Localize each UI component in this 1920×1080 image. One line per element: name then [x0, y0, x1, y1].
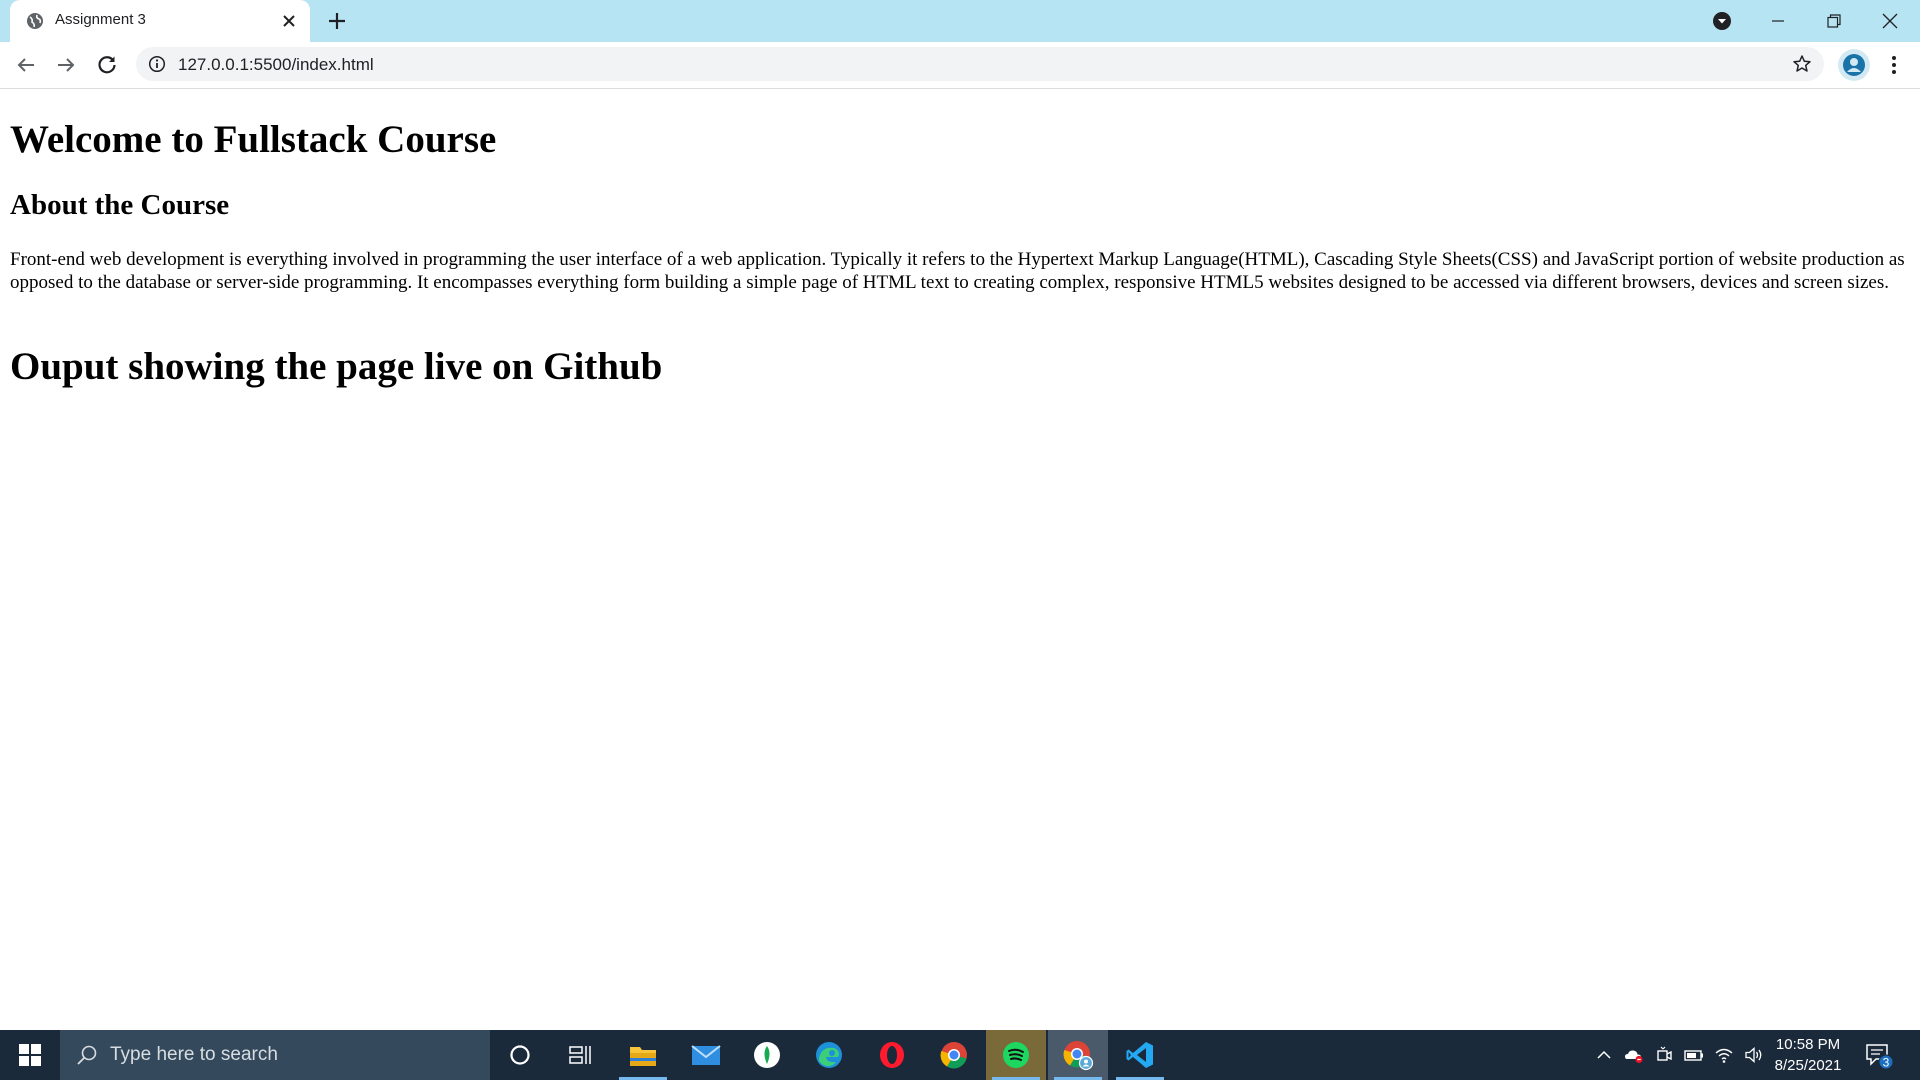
file-explorer-icon [630, 1047, 656, 1066]
meet-now-icon[interactable] [1654, 1045, 1674, 1065]
mail-icon [691, 1045, 721, 1065]
tab-search-dropdown-icon[interactable] [1712, 11, 1732, 31]
windows-logo-icon [19, 1044, 41, 1066]
mongodb-compass-icon [754, 1042, 780, 1068]
vscode-icon [1126, 1042, 1153, 1068]
clock-date: 8/25/2021 [1774, 1057, 1842, 1074]
task-view-icon [569, 1046, 591, 1064]
cortana-icon [510, 1045, 530, 1065]
section-heading-about: About the Course [10, 189, 230, 221]
vscode-button[interactable] [1110, 1030, 1170, 1080]
minimize-icon [1772, 20, 1784, 22]
page-heading-output: Ouput showing the page live on Github [10, 345, 663, 388]
file-explorer-button[interactable] [613, 1030, 673, 1080]
onedrive-icon[interactable] [1624, 1045, 1644, 1065]
spotify-button[interactable] [986, 1030, 1046, 1080]
new-tab-plus-icon[interactable] [326, 10, 348, 32]
bookmark-star-icon[interactable] [1792, 54, 1812, 74]
notification-badge: 3 [1883, 1056, 1890, 1070]
more-menu-icon[interactable] [1880, 51, 1908, 79]
task-view-button[interactable] [550, 1030, 610, 1080]
chrome-icon [940, 1042, 967, 1069]
taskbar-clock[interactable]: 10:58 PM 8/25/2021 [1762, 1034, 1854, 1076]
search-placeholder: Type here to search [110, 1044, 278, 1065]
window-close-icon [1882, 13, 1898, 29]
chevron-up-icon[interactable] [1594, 1045, 1614, 1065]
tab-title: Assignment 3 [55, 11, 146, 28]
clock-time: 10:58 PM [1775, 1036, 1841, 1053]
close-icon[interactable] [280, 12, 298, 30]
start-button[interactable] [0, 1030, 60, 1080]
address-url[interactable]: 127.0.0.1:5500/index.html [178, 55, 374, 75]
edge-button[interactable] [799, 1030, 859, 1080]
tab-strip: Assignment 3 [0, 0, 1920, 42]
chrome-profile-button[interactable] [1048, 1030, 1108, 1080]
tab-assignment-3[interactable]: Assignment 3 [10, 0, 310, 42]
mail-button[interactable] [676, 1030, 736, 1080]
window-close-button[interactable] [1862, 0, 1918, 42]
taskbar-search[interactable]: Type here to search [60, 1030, 490, 1080]
globe-icon [27, 13, 43, 29]
mongodb-compass-button[interactable] [737, 1030, 797, 1080]
taskbar: Type here to search 10:58 PM 8/25/2021 3 [0, 1030, 1920, 1080]
chrome-profile-icon [1063, 1041, 1094, 1071]
course-description: Front-end web development is everything … [10, 249, 1905, 293]
minimize-button[interactable] [1750, 0, 1806, 42]
wifi-icon[interactable] [1714, 1045, 1734, 1065]
chrome-button[interactable] [924, 1030, 984, 1080]
spotify-icon [1003, 1042, 1029, 1068]
profile-avatar-icon[interactable] [1838, 49, 1870, 81]
site-info-icon[interactable] [148, 55, 166, 73]
opera-icon [880, 1042, 904, 1068]
cortana-button[interactable] [490, 1030, 550, 1080]
opera-button[interactable] [862, 1030, 922, 1080]
battery-icon[interactable] [1684, 1045, 1704, 1065]
restore-button[interactable] [1806, 0, 1862, 42]
action-center-icon[interactable]: 3 [1864, 1042, 1894, 1070]
edge-icon [816, 1042, 842, 1068]
restore-icon [1827, 14, 1841, 28]
page-heading-welcome: Welcome to Fullstack Course [10, 118, 497, 161]
reload-icon[interactable] [95, 53, 119, 77]
address-bar[interactable]: 127.0.0.1:5500/index.html [136, 47, 1824, 81]
search-icon [77, 1045, 97, 1065]
forward-arrow-icon[interactable] [54, 53, 78, 77]
browser-toolbar: 127.0.0.1:5500/index.html [0, 42, 1920, 89]
volume-icon[interactable] [1744, 1045, 1764, 1065]
back-arrow-icon[interactable] [14, 53, 38, 77]
page-viewport: Welcome to Fullstack Course About the Co… [0, 89, 1920, 1030]
